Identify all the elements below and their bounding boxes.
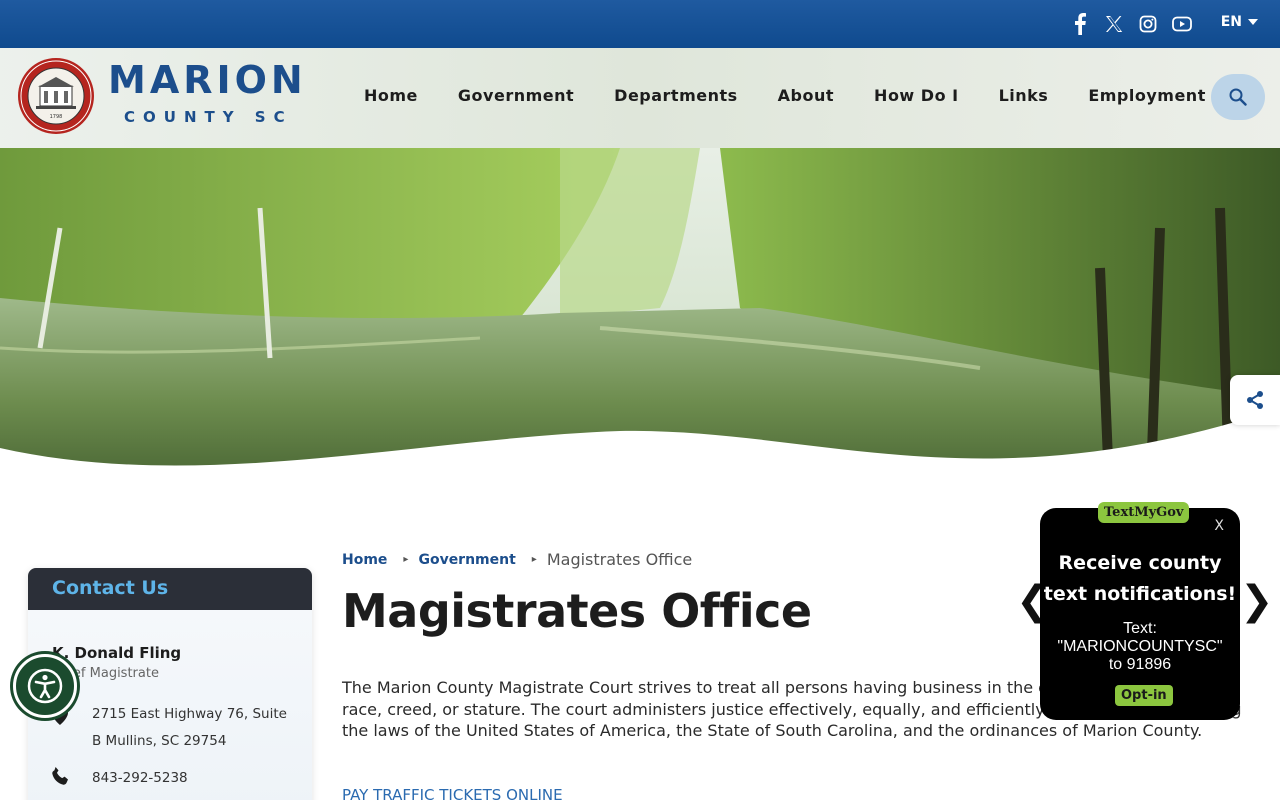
top-bar: EN bbox=[0, 0, 1280, 48]
share-button[interactable] bbox=[1230, 375, 1280, 425]
breadcrumb-government[interactable]: Government bbox=[418, 552, 515, 568]
textmygov-close-button[interactable]: X bbox=[1214, 518, 1224, 534]
breadcrumb-separator-icon: ▸ bbox=[403, 554, 409, 565]
textmygov-popup: TextMyGov X Receive county text notifica… bbox=[1040, 502, 1240, 720]
textmygov-optin-button[interactable]: Opt-in bbox=[1115, 685, 1173, 706]
textmygov-next-arrow[interactable]: ❯ bbox=[1240, 578, 1274, 624]
textmygov-instructions: Text: "MARIONCOUNTYSC" to 91896 bbox=[1040, 620, 1240, 674]
hero-image bbox=[0, 148, 1280, 508]
contact-name: K. Donald Fling bbox=[52, 644, 182, 662]
search-button[interactable] bbox=[1211, 74, 1265, 120]
textmygov-headline-line1: Receive county bbox=[1058, 552, 1222, 574]
breadcrumb-current: Magistrates Office bbox=[546, 550, 693, 569]
contact-phone-number[interactable]: 843-292-5238 bbox=[92, 770, 188, 786]
textmygov-headline: Receive county text notifications! bbox=[1040, 548, 1240, 610]
x-twitter-icon[interactable] bbox=[1102, 12, 1126, 36]
brand-name[interactable]: MARION bbox=[108, 58, 307, 102]
youtube-icon[interactable] bbox=[1170, 12, 1194, 36]
instagram-icon[interactable] bbox=[1136, 12, 1160, 36]
contact-address-line1: 2715 East Highway 76, Suite bbox=[92, 706, 287, 722]
contact-title: Chief Magistrate bbox=[52, 666, 159, 681]
nav-employment[interactable]: Employment bbox=[1088, 86, 1206, 105]
contact-address-line2: B Mullins, SC 29754 bbox=[92, 733, 227, 749]
nav-government[interactable]: Government bbox=[458, 86, 574, 105]
textmygov-body-line3: to 91896 bbox=[1108, 656, 1172, 673]
nav-about[interactable]: About bbox=[778, 86, 834, 105]
main-navigation: Home Government Departments About How Do… bbox=[364, 86, 1246, 105]
textmygov-body-line1: Text: bbox=[1123, 620, 1157, 637]
language-selector[interactable]: EN bbox=[1221, 14, 1258, 30]
nav-home[interactable]: Home bbox=[364, 86, 418, 105]
page-title: Magistrates Office bbox=[342, 584, 812, 638]
nav-departments[interactable]: Departments bbox=[614, 86, 738, 105]
contact-heading: Contact Us bbox=[52, 577, 169, 599]
caret-down-icon bbox=[1248, 19, 1258, 25]
contact-phone: 843-292-5238 bbox=[52, 767, 288, 789]
language-label: EN bbox=[1220, 14, 1242, 30]
contact-address: 2715 East Highway 76, Suite B Mullins, S… bbox=[52, 701, 288, 755]
phone-icon bbox=[52, 767, 92, 789]
contact-card-header: Contact Us bbox=[28, 568, 312, 610]
facebook-icon[interactable] bbox=[1068, 12, 1092, 36]
share-icon bbox=[1247, 391, 1263, 409]
pay-traffic-tickets-link[interactable]: PAY TRAFFIC TICKETS ONLINE bbox=[342, 786, 563, 800]
textmygov-headline-line2: text notifications! bbox=[1043, 583, 1237, 605]
textmygov-logo: TextMyGov bbox=[1098, 502, 1190, 523]
search-icon bbox=[1229, 88, 1247, 106]
textmygov-body-line2: "MARIONCOUNTYSC" bbox=[1057, 638, 1223, 655]
breadcrumb-separator-icon: ▸ bbox=[531, 554, 537, 565]
breadcrumb-home[interactable]: Home bbox=[342, 552, 387, 568]
site-header: 1798 MARION COUNTY SC Home Government De… bbox=[0, 48, 1280, 148]
social-links bbox=[1068, 12, 1194, 36]
nav-how-do-i[interactable]: How Do I bbox=[874, 86, 959, 105]
county-seal-logo[interactable]: 1798 bbox=[16, 56, 96, 136]
nav-links[interactable]: Links bbox=[999, 86, 1049, 105]
accessibility-button[interactable] bbox=[13, 654, 77, 718]
brand-subtitle[interactable]: COUNTY SC bbox=[124, 108, 293, 126]
svg-text:1798: 1798 bbox=[50, 114, 63, 120]
breadcrumb: Home ▸ Government ▸ Magistrates Office bbox=[342, 550, 692, 569]
accessibility-icon bbox=[27, 668, 63, 704]
